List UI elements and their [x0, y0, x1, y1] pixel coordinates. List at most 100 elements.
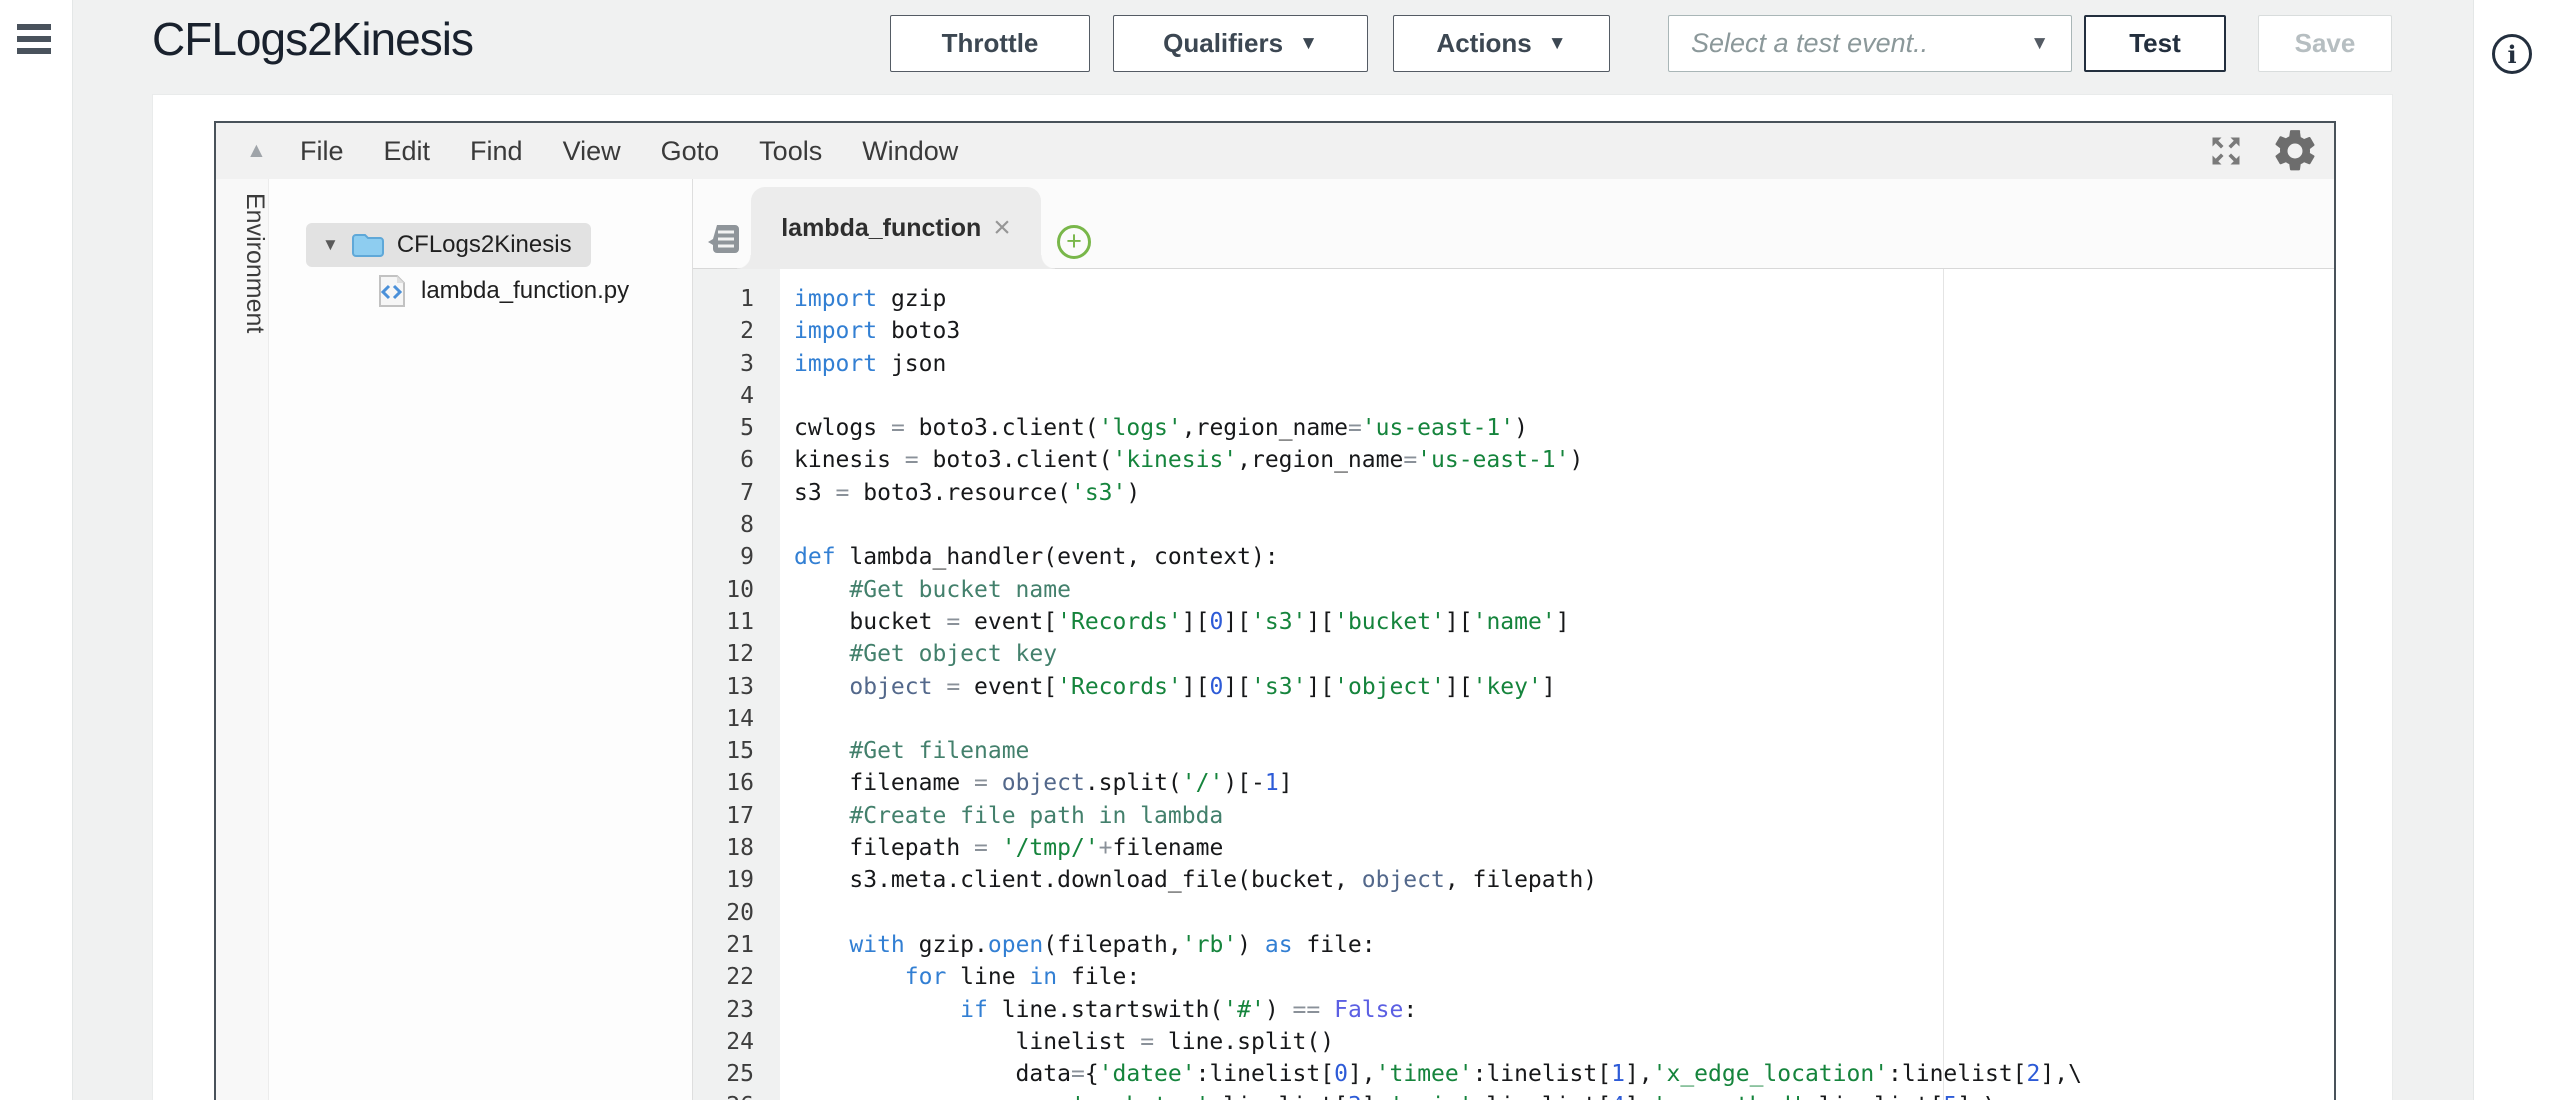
left-nav-rail	[0, 0, 73, 1100]
qualifiers-button-label: Qualifiers	[1163, 28, 1283, 59]
line-number: 5	[693, 412, 780, 444]
test-button[interactable]: Test	[2084, 15, 2226, 72]
page-title: CFLogs2Kinesis	[152, 12, 473, 66]
code-line[interactable]: 10 #Get bucket name	[693, 574, 2334, 606]
tab-label: lambda_function	[781, 214, 981, 243]
code-text: kinesis = boto3.client('kinesis',region_…	[780, 444, 1583, 476]
code-lines: 1import gzip2import boto33import json45c…	[693, 283, 2334, 1100]
qualifiers-dropdown-button[interactable]: Qualifiers ▼	[1113, 15, 1368, 72]
line-number: 20	[693, 897, 780, 929]
code-line[interactable]: 15 #Get filename	[693, 735, 2334, 767]
code-line[interactable]: 17 #Create file path in lambda	[693, 800, 2334, 832]
code-line[interactable]: 22 for line in file:	[693, 961, 2334, 993]
code-text: #Get object key	[780, 638, 1057, 670]
folder-expand-caret-icon[interactable]: ▼	[322, 235, 339, 255]
lambda-console-screen: i CFLogs2Kinesis Throttle Qualifiers ▼ A…	[0, 0, 2550, 1100]
fullscreen-expand-icon[interactable]	[2208, 133, 2244, 169]
code-line[interactable]: 11 bucket = event['Records'][0]['s3']['b…	[693, 606, 2334, 638]
code-line[interactable]: 7s3 = boto3.resource('s3')	[693, 477, 2334, 509]
test-event-placeholder: Select a test event..	[1691, 28, 1928, 59]
line-number: 15	[693, 735, 780, 767]
menu-view[interactable]: View	[563, 136, 621, 167]
save-button-label: Save	[2295, 28, 2356, 59]
code-text: def lambda_handler(event, context):	[780, 541, 1279, 573]
code-line[interactable]: 24 linelist = line.split()	[693, 1026, 2334, 1058]
python-file-icon	[377, 274, 407, 308]
code-line[interactable]: 5cwlogs = boto3.client('logs',region_nam…	[693, 412, 2334, 444]
line-number: 24	[693, 1026, 780, 1058]
code-line[interactable]: 14	[693, 703, 2334, 735]
line-number: 17	[693, 800, 780, 832]
menu-goto[interactable]: Goto	[661, 136, 720, 167]
code-line[interactable]: 12 #Get object key	[693, 638, 2334, 670]
code-line[interactable]: 21 with gzip.open(filepath,'rb') as file…	[693, 929, 2334, 961]
tree-folder-label: CFLogs2Kinesis	[397, 231, 572, 259]
tree-file-row[interactable]: lambda_function.py	[377, 271, 629, 311]
right-help-rail: i	[2473, 0, 2550, 1100]
actions-dropdown-button[interactable]: Actions ▼	[1393, 15, 1610, 72]
line-number: 18	[693, 832, 780, 864]
code-line[interactable]: 26 'sc_bytes':linelist[3],'c_ip':linelis…	[693, 1090, 2334, 1100]
code-line[interactable]: 16 filename = object.split('/')[-1]	[693, 767, 2334, 799]
line-number: 13	[693, 671, 780, 703]
line-number: 10	[693, 574, 780, 606]
folder-icon	[351, 231, 385, 259]
code-line[interactable]: 4	[693, 380, 2334, 412]
collapse-editor-icon[interactable]: ▲	[246, 123, 267, 179]
code-line[interactable]: 20	[693, 897, 2334, 929]
tab-list-icon[interactable]	[707, 223, 741, 255]
hamburger-menu-icon[interactable]	[17, 24, 51, 54]
tab-lambda-function[interactable]: lambda_function ×	[751, 187, 1041, 269]
tree-folder-row[interactable]: ▼ CFLogs2Kinesis	[306, 223, 591, 267]
test-event-select[interactable]: Select a test event.. ▼	[1668, 15, 2072, 72]
throttle-button-label: Throttle	[942, 28, 1039, 59]
throttle-button[interactable]: Throttle	[890, 15, 1090, 72]
code-line[interactable]: 2import boto3	[693, 315, 2334, 347]
tab-close-icon[interactable]: ×	[993, 213, 1011, 243]
line-number: 7	[693, 477, 780, 509]
menu-window[interactable]: Window	[862, 136, 958, 167]
line-number: 9	[693, 541, 780, 573]
code-text: 'sc_bytes':linelist[3],'c_ip':linelist[4…	[780, 1090, 1999, 1100]
info-icon[interactable]: i	[2492, 34, 2532, 74]
code-text: s3.meta.client.download_file(bucket, obj…	[780, 864, 1597, 896]
code-line[interactable]: 6kinesis = boto3.client('kinesis',region…	[693, 444, 2334, 476]
code-text: object = event['Records'][0]['s3']['obje…	[780, 671, 1556, 703]
code-line[interactable]: 19 s3.meta.client.download_file(bucket, …	[693, 864, 2334, 896]
line-number: 4	[693, 380, 780, 412]
new-tab-plus-icon[interactable]: +	[1057, 225, 1091, 259]
menu-file[interactable]: File	[300, 136, 344, 167]
code-text: for line in file:	[780, 961, 1140, 993]
line-number: 26	[693, 1090, 780, 1100]
editor-menubar: ▲ File Edit Find View Goto Tools Window	[216, 123, 2334, 180]
code-editor-area[interactable]: 1import gzip2import boto33import json45c…	[693, 269, 2334, 1100]
menu-find[interactable]: Find	[470, 136, 523, 167]
code-text: with gzip.open(filepath,'rb') as file:	[780, 929, 1376, 961]
code-text: #Get bucket name	[780, 574, 1071, 606]
save-button: Save	[2258, 15, 2392, 72]
code-line[interactable]: 25 data={'datee':linelist[0],'timee':lin…	[693, 1058, 2334, 1090]
code-text: import boto3	[780, 315, 960, 347]
actions-button-label: Actions	[1436, 28, 1531, 59]
code-line[interactable]: 3import json	[693, 348, 2334, 380]
line-number: 19	[693, 864, 780, 896]
code-line[interactable]: 8	[693, 509, 2334, 541]
line-number: 22	[693, 961, 780, 993]
test-button-label: Test	[2129, 28, 2181, 59]
code-text: linelist = line.split()	[780, 1026, 1334, 1058]
code-text	[780, 703, 794, 735]
menu-tools[interactable]: Tools	[759, 136, 822, 167]
menu-edit[interactable]: Edit	[384, 136, 431, 167]
function-code-card: ▲ File Edit Find View Goto Tools Window	[152, 94, 2393, 1100]
code-line[interactable]: 9def lambda_handler(event, context):	[693, 541, 2334, 573]
gear-settings-icon[interactable]	[2270, 126, 2320, 176]
code-line[interactable]: 1import gzip	[693, 283, 2334, 315]
code-line[interactable]: 13 object = event['Records'][0]['s3']['o…	[693, 671, 2334, 703]
code-line[interactable]: 18 filepath = '/tmp/'+filename	[693, 832, 2334, 864]
tree-file-label: lambda_function.py	[421, 277, 629, 305]
code-text: bucket = event['Records'][0]['s3']['buck…	[780, 606, 1570, 638]
environment-sidebar[interactable]: Environment	[216, 179, 269, 1100]
code-line[interactable]: 23 if line.startswith('#') == False:	[693, 994, 2334, 1026]
line-number: 14	[693, 703, 780, 735]
chevron-down-icon: ▼	[1548, 33, 1567, 55]
